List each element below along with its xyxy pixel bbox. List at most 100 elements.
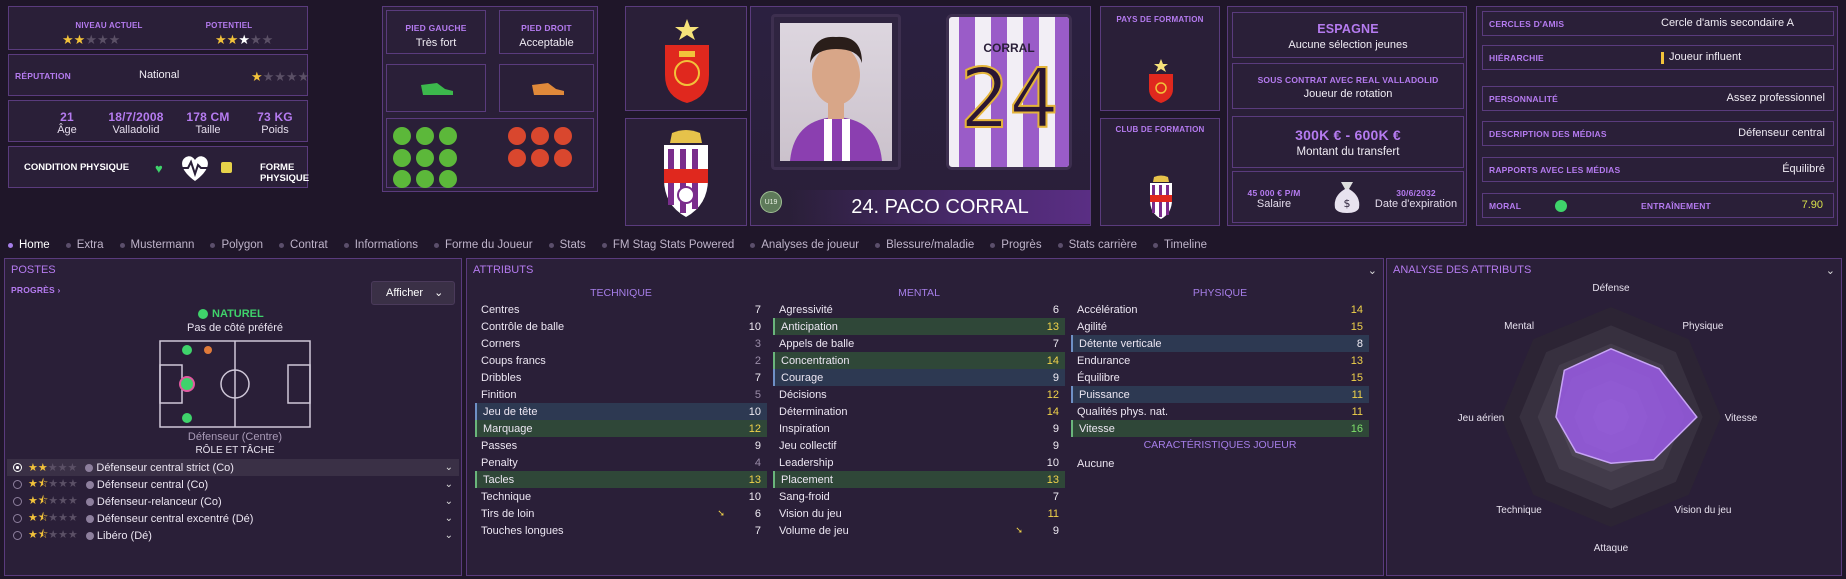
attribute-row[interactable]: Courage 9 [773, 369, 1065, 386]
attribute-row[interactable]: Décisions 12 [773, 386, 1065, 403]
skill-icon[interactable] [439, 149, 457, 167]
tab-13[interactable]: Timeline [1152, 239, 1207, 251]
tab-11[interactable]: Progrès [990, 239, 1042, 251]
attribute-row[interactable]: Équilibre 15 [1071, 369, 1369, 386]
attribute-row[interactable]: Leadership 10 [773, 454, 1065, 471]
chevron-down-icon[interactable]: ⌄ [445, 496, 453, 507]
attribute-row[interactable]: Penalty 4 [475, 454, 767, 471]
radio-button[interactable] [13, 531, 22, 540]
tab-8[interactable]: FM Stag Stats Powered [601, 239, 734, 251]
tab-12[interactable]: Stats carrière [1057, 239, 1137, 251]
tab-3[interactable]: Polygon [210, 239, 263, 251]
info-icon[interactable] [85, 480, 94, 489]
trait-icon[interactable] [508, 149, 526, 167]
attribute-row[interactable]: Passes 9 [475, 437, 767, 454]
tab-5[interactable]: Informations [343, 239, 418, 251]
skill-icon[interactable] [416, 127, 434, 145]
info-icon[interactable] [85, 531, 94, 540]
role-row[interactable]: ★⯪★★★ Défenseur-relanceur (Co) ⌄ [7, 493, 459, 510]
skill-icon[interactable] [393, 170, 411, 188]
attribute-row[interactable]: Détente verticale 8 [1071, 335, 1369, 352]
radar-axis-label: Physique [1682, 321, 1724, 332]
skill-icon[interactable] [439, 127, 457, 145]
spain-crest-icon[interactable] [661, 17, 713, 110]
attribute-row[interactable]: Tirs de loin ➘ 6 [475, 505, 767, 522]
nation-sub: Aucune sélection jeunes [1288, 39, 1408, 51]
attribute-value: 11 [1351, 388, 1363, 401]
attribute-row[interactable]: Technique 10 [475, 488, 767, 505]
attribute-name: Inspiration [779, 422, 830, 435]
attribute-row[interactable]: Agressivité 6 [773, 301, 1065, 318]
attribute-row[interactable]: Centres 7 [475, 301, 767, 318]
trait-icon[interactable] [554, 127, 572, 145]
attribute-row[interactable]: Concentration 14 [773, 352, 1065, 369]
skill-icon[interactable] [393, 149, 411, 167]
left-boot-box [386, 64, 486, 112]
attribute-row[interactable]: Détermination 14 [773, 403, 1065, 420]
attribute-row[interactable]: Contrôle de balle 10 [475, 318, 767, 335]
trait-icon[interactable] [554, 149, 572, 167]
tab-4[interactable]: Contrat [279, 239, 328, 251]
role-row[interactable]: ★⯪★★★ Défenseur central excentré (Dé) ⌄ [7, 510, 459, 527]
skill-icon[interactable] [439, 170, 457, 188]
tab-1[interactable]: Extra [65, 239, 104, 251]
radio-button[interactable] [13, 497, 22, 506]
attribute-row[interactable]: Puissance 11 [1071, 386, 1369, 403]
skill-icon[interactable] [416, 170, 434, 188]
skill-icon[interactable] [416, 149, 434, 167]
tab-9[interactable]: Analyses de joueur [750, 239, 859, 251]
attribute-row[interactable]: Anticipation 13 [773, 318, 1065, 335]
role-row[interactable]: ★★★★★ Défenseur central strict (Co) ⌄ [7, 459, 459, 476]
chevron-down-icon[interactable]: ⌄ [445, 513, 453, 524]
progress-link[interactable]: PROGRÈS › [11, 285, 61, 295]
attribute-row[interactable]: Jeu collectif 9 [773, 437, 1065, 454]
attribute-row[interactable]: Sang-froid 7 [773, 488, 1065, 505]
info-icon[interactable] [85, 514, 94, 523]
tab-10[interactable]: Blessure/maladie [875, 239, 974, 251]
trait-icon[interactable] [531, 127, 549, 145]
info-icon[interactable] [85, 463, 94, 472]
attribute-row[interactable]: Vision du jeu 11 [773, 505, 1065, 522]
radio-button[interactable] [13, 514, 22, 523]
attribute-row[interactable]: Agilité 15 [1071, 318, 1369, 335]
attribute-row[interactable]: Vitesse 16 [1071, 420, 1369, 437]
bio-box: 21 Âge 18/7/2008 Valladolid 178 CM Taille 7… [8, 100, 308, 142]
tab-2[interactable]: Mustermann [119, 239, 194, 251]
technique-title: TECHNIQUE [590, 287, 652, 299]
radio-button[interactable] [13, 480, 22, 489]
tab-0[interactable]: Home [8, 239, 50, 251]
attribute-row[interactable]: Dribbles 7 [475, 369, 767, 386]
chevron-down-icon[interactable]: ⌄ [1368, 264, 1377, 277]
chevron-down-icon[interactable]: ⌄ [445, 479, 453, 490]
attribute-row[interactable]: Volume de jeu ➘ 9 [773, 522, 1065, 539]
attribute-row[interactable]: Corners 3 [475, 335, 767, 352]
attribute-row[interactable]: Qualités phys. nat. 11 [1071, 403, 1369, 420]
potentiel-label: POTENTIEL [205, 21, 253, 30]
tab-6[interactable]: Forme du Joueur [434, 239, 533, 251]
tab-7[interactable]: Stats [548, 239, 586, 251]
attribute-row[interactable]: Marquage 12 [475, 420, 767, 437]
attribute-row[interactable]: Accélération 14 [1071, 301, 1369, 318]
role-row[interactable]: ★⯪★★★ Libéro (Dé) ⌄ [7, 527, 459, 544]
trait-icon[interactable] [508, 127, 526, 145]
attribute-row[interactable]: Finition 5 [475, 386, 767, 403]
attribute-row[interactable]: Endurance 13 [1071, 352, 1369, 369]
attribute-row[interactable]: Jeu de tête 10 [475, 403, 767, 420]
role-row[interactable]: ★⯪★★★ Défenseur central (Co) ⌄ [7, 476, 459, 493]
valladolid-crest-icon[interactable] [658, 129, 714, 224]
salary-value: 45 000 € P/M [1247, 188, 1301, 198]
attribute-row[interactable]: Inspiration 9 [773, 420, 1065, 437]
attribute-value: 13 [1046, 473, 1059, 486]
attribute-row[interactable]: Appels de balle 7 [773, 335, 1065, 352]
attribute-row[interactable]: Tacles 13 [475, 471, 767, 488]
info-icon[interactable] [85, 497, 94, 506]
chevron-down-icon[interactable]: ⌄ [445, 462, 453, 473]
trait-icon[interactable] [531, 149, 549, 167]
radio-button[interactable] [13, 463, 22, 472]
attribute-row[interactable]: Coups francs 2 [475, 352, 767, 369]
attribute-row[interactable]: Touches longues 7 [475, 522, 767, 539]
show-dropdown[interactable]: Afficher ⌄ [371, 281, 455, 305]
attribute-row[interactable]: Placement 13 [773, 471, 1065, 488]
chevron-down-icon[interactable]: ⌄ [445, 530, 453, 541]
skill-icon[interactable] [393, 127, 411, 145]
